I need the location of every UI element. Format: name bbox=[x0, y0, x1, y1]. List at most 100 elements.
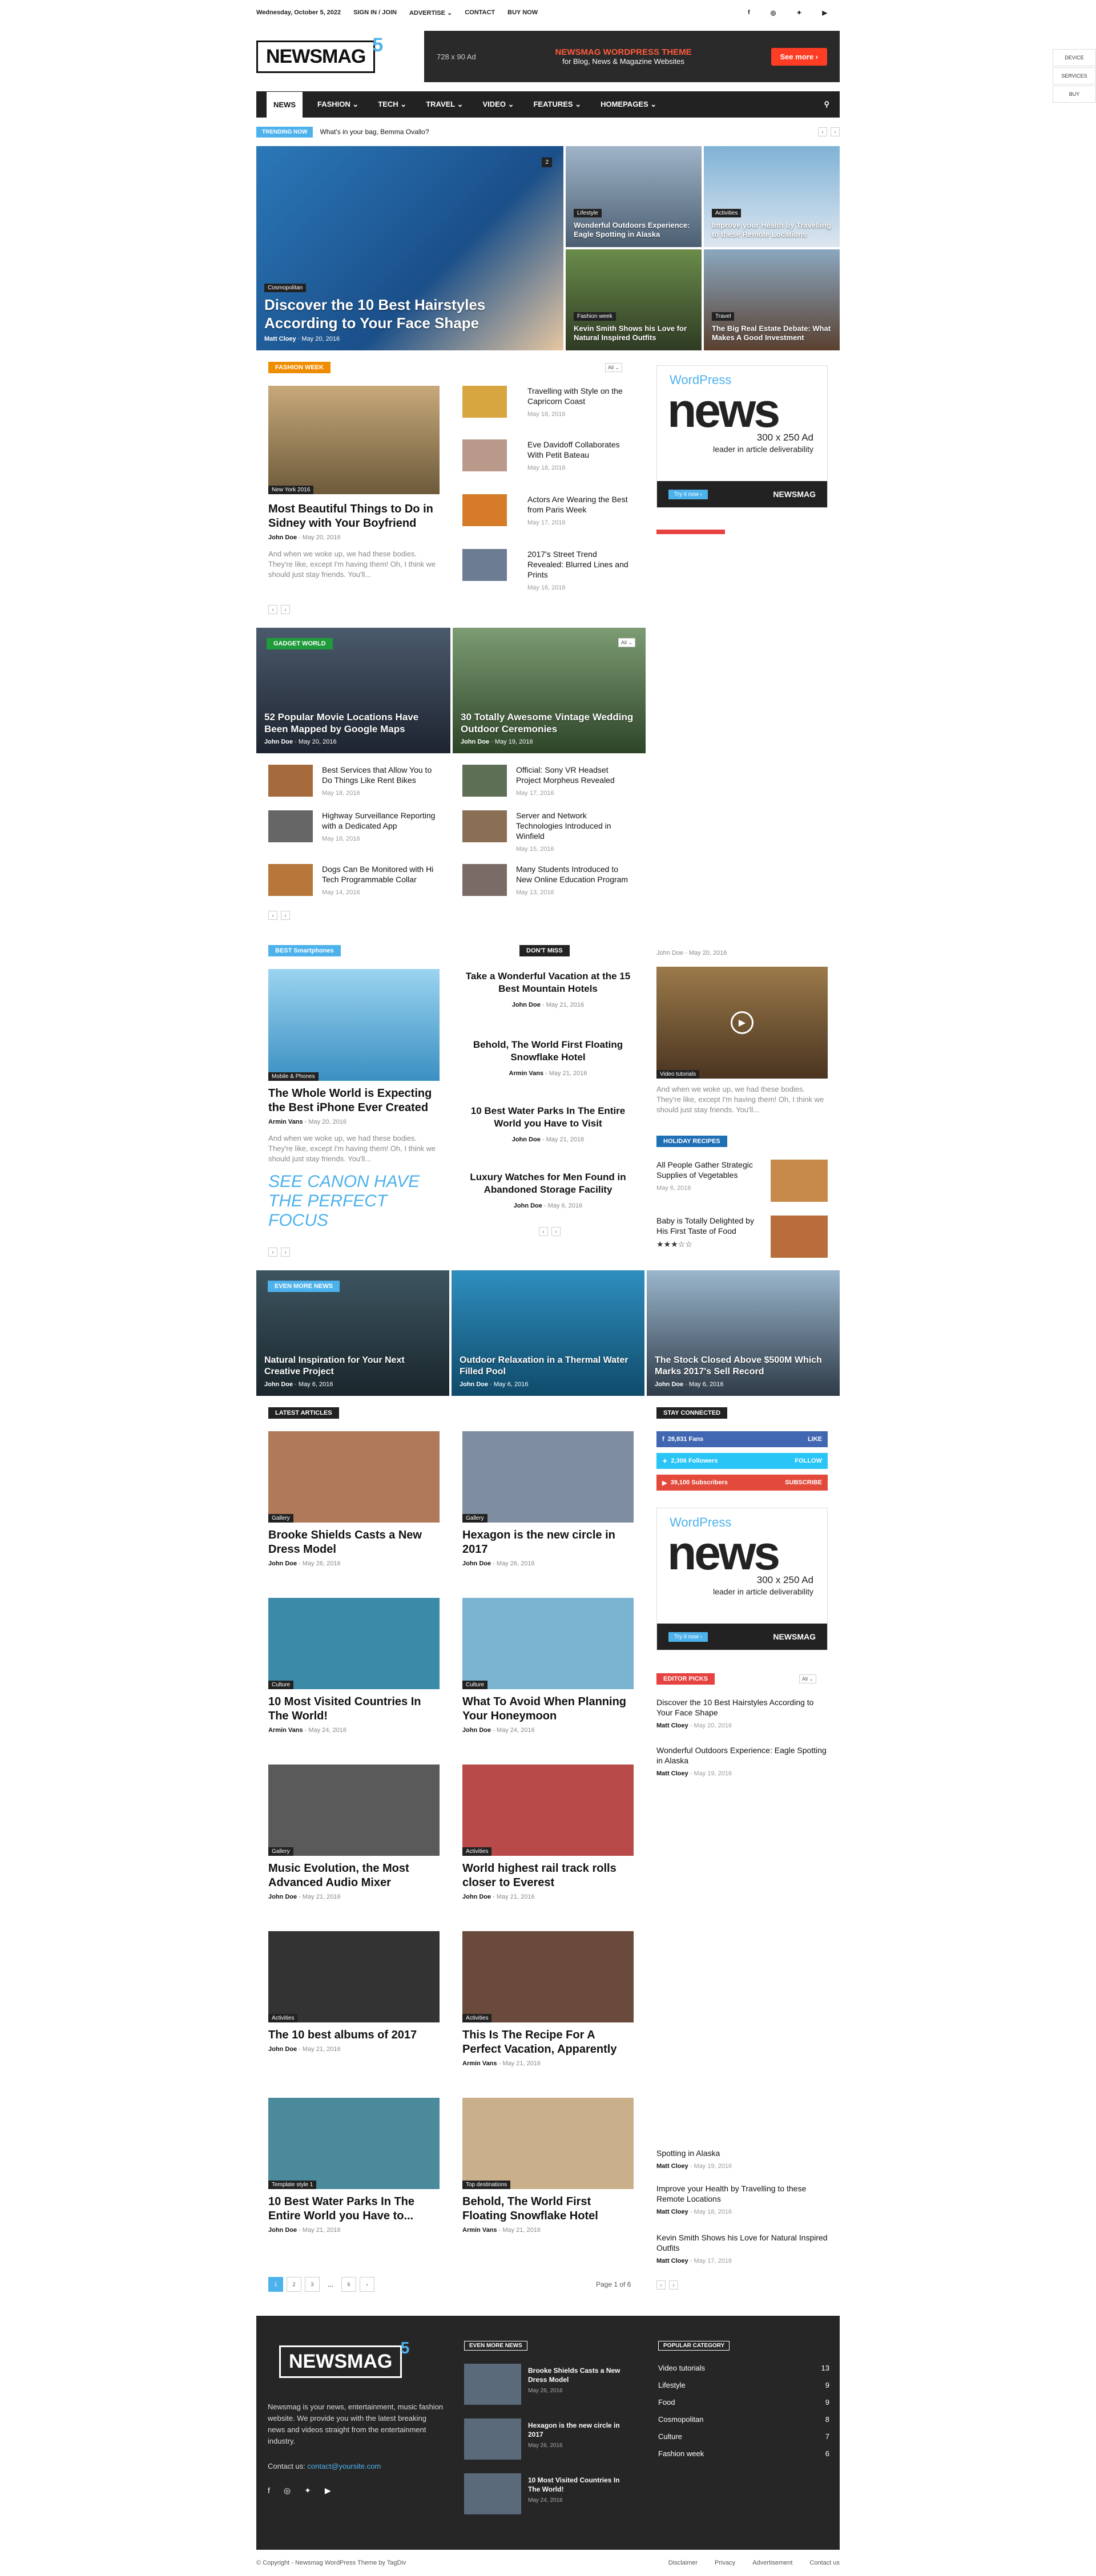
dontmiss-item[interactable]: Luxury Watches for Men Found in Abandone… bbox=[457, 1171, 639, 1212]
youtube-icon[interactable]: ▶ bbox=[823, 9, 827, 17]
recipe-thumb[interactable] bbox=[771, 1160, 828, 1202]
facebook-counter[interactable]: f 28,831 Fans LIKE bbox=[656, 1431, 828, 1447]
smart-image[interactable]: Mobile & Phones bbox=[268, 969, 440, 1081]
category-name[interactable]: Video tutorials bbox=[658, 2364, 705, 2372]
list-item[interactable]: Server and Network Technologies Introduc… bbox=[516, 810, 630, 854]
advertise-link[interactable]: ADVERTISE ⌄ bbox=[409, 9, 452, 17]
footer-category[interactable]: Lifestyle 9 bbox=[658, 2381, 829, 2389]
ad-try-button[interactable]: Try it now › bbox=[668, 489, 708, 499]
editor-item[interactable]: Spotting in Alaska Matt Cloey - May 19, 2… bbox=[656, 2148, 828, 2171]
recipe-item[interactable]: Baby is Totally Delighted by His First T… bbox=[656, 1216, 765, 1249]
hero-tile-2[interactable]: Activities Improve your Health by Travell… bbox=[704, 146, 840, 247]
page-6-button[interactable]: 6 bbox=[341, 2277, 356, 2292]
prev-icon[interactable]: ‹ bbox=[818, 127, 827, 136]
list-item[interactable]: Many Students Introduced to New Online E… bbox=[516, 864, 630, 898]
latest-article[interactable]: Activities The 10 best albums of 2017 John… bbox=[268, 1931, 440, 2053]
next-icon[interactable]: › bbox=[551, 1227, 561, 1236]
footer-news-item[interactable]: Hexagon is the new circle in 2017 May 26,… bbox=[464, 2418, 635, 2464]
latest-article[interactable]: Culture What To Avoid When Planning Your … bbox=[462, 1598, 634, 1734]
footer-category[interactable]: Culture 7 bbox=[658, 2432, 829, 2441]
site-logo[interactable]: NEWSMAG 5 bbox=[256, 34, 383, 73]
next-icon[interactable]: › bbox=[281, 1247, 290, 1257]
latest-article[interactable]: Gallery Hexagon is the new circle in 2017… bbox=[462, 1431, 634, 1567]
sidebar-ad-1[interactable]: WordPress news 300 x 250 Ad leader in arti… bbox=[656, 365, 828, 508]
latest-image[interactable]: Gallery bbox=[268, 1431, 440, 1523]
more-news-tile-1[interactable]: EVEN MORE NEWS Natural Inspiration for Y… bbox=[256, 1270, 449, 1396]
ad-see-more-button[interactable]: See more › bbox=[771, 47, 827, 66]
editor-all-dropdown[interactable]: All ⌄ bbox=[799, 1674, 816, 1683]
latest-title[interactable]: The 10 best albums of 2017 bbox=[268, 2028, 440, 2042]
recipe-item[interactable]: All People Gather Strategic Supplies of … bbox=[656, 1160, 765, 1193]
footer-logo[interactable]: NEWSMAG 5 bbox=[279, 2339, 409, 2378]
footer-category[interactable]: Fashion week 6 bbox=[658, 2449, 829, 2458]
latest-article[interactable]: Activities This Is The Recipe For A Perfe… bbox=[462, 1931, 634, 2067]
latest-image[interactable]: Top destinations bbox=[462, 2098, 634, 2189]
latest-title[interactable]: What To Avoid When Planning Your Honeymo… bbox=[462, 1695, 634, 1723]
more-news-tile-2[interactable]: Outdoor Relaxation in a Thermal Water Fi… bbox=[452, 1270, 644, 1396]
side-services-button[interactable]: SERVICES bbox=[1053, 67, 1096, 84]
youtube-icon[interactable]: ▶ bbox=[325, 2486, 331, 2496]
play-icon[interactable]: ▶ bbox=[731, 1011, 754, 1034]
hero-title[interactable]: Discover the 10 Best Hairstyles Accordin… bbox=[264, 296, 555, 332]
nav-homepages[interactable]: HOMEPAGES ⌄ bbox=[601, 100, 656, 109]
editor-item[interactable]: Improve your Health by Travelling to the… bbox=[656, 2183, 828, 2217]
list-thumb[interactable] bbox=[462, 494, 507, 526]
footer-thumb[interactable] bbox=[464, 2364, 521, 2405]
latest-title[interactable]: 10 Most Visited Countries In The World! bbox=[268, 1695, 440, 1723]
side-buy-button[interactable]: BUY bbox=[1053, 86, 1096, 103]
nav-news[interactable]: NEWS bbox=[267, 91, 303, 118]
category-name[interactable]: Lifestyle bbox=[658, 2381, 686, 2389]
prev-icon[interactable]: ‹ bbox=[268, 911, 277, 920]
list-thumb[interactable] bbox=[268, 864, 313, 896]
fashion-main-image[interactable]: New York 2016 bbox=[268, 386, 440, 494]
signin-link[interactable]: SIGN IN / JOIN bbox=[353, 9, 397, 16]
list-item[interactable]: Eve Davidoff Collaborates With Petit Bat… bbox=[527, 439, 630, 473]
prev-icon[interactable]: ‹ bbox=[268, 605, 277, 614]
editor-item[interactable]: Wonderful Outdoors Experience: Eagle Spo… bbox=[656, 1745, 828, 1779]
next-icon[interactable]: › bbox=[669, 2280, 678, 2290]
hero-main[interactable]: 2 Cosmopolitan Discover the 10 Best Hair… bbox=[256, 146, 563, 350]
editor-item[interactable]: Kevin Smith Shows his Love for Natural I… bbox=[656, 2232, 828, 2266]
facebook-icon[interactable]: f bbox=[748, 9, 750, 17]
list-item[interactable]: Highway Surveillance Reporting with a De… bbox=[322, 810, 436, 844]
latest-article[interactable]: Gallery Brooke Shields Casts a New Dress … bbox=[268, 1431, 440, 1567]
latest-title[interactable]: Brooke Shields Casts a New Dress Model bbox=[268, 1528, 440, 1557]
next-page-button[interactable]: › bbox=[360, 2277, 374, 2292]
category-name[interactable]: Culture bbox=[658, 2432, 682, 2441]
footer-news-item[interactable]: Brooke Shields Casts a New Dress Model Ma… bbox=[464, 2364, 635, 2409]
latest-article[interactable]: Top destinations Behold, The World First … bbox=[462, 2098, 634, 2234]
latest-title[interactable]: Behold, The World First Floating Snowfla… bbox=[462, 2195, 634, 2223]
nav-video[interactable]: VIDEO ⌄ bbox=[483, 100, 514, 109]
footer-news-title[interactable]: Hexagon is the new circle in 2017 bbox=[528, 2421, 631, 2439]
prev-icon[interactable]: ‹ bbox=[539, 1227, 548, 1236]
nav-travel[interactable]: TRAVEL ⌄ bbox=[426, 100, 463, 109]
dontmiss-item[interactable]: Behold, The World First Floating Snowfla… bbox=[457, 1039, 639, 1080]
gadget-all-dropdown[interactable]: All ⌄ bbox=[618, 638, 635, 647]
latest-article[interactable]: Activities World highest rail track rolls… bbox=[462, 1765, 634, 1900]
advertisement-link[interactable]: Advertisement bbox=[752, 2559, 792, 2566]
gadget-tile-1[interactable]: GADGET WORLD 52 Popular Movie Locations … bbox=[256, 628, 450, 753]
fashion-all-dropdown[interactable]: All ⌄ bbox=[605, 363, 622, 372]
video-thumbnail[interactable]: ▶ Video tutorials bbox=[656, 967, 828, 1079]
latest-article[interactable]: Culture 10 Most Visited Countries In The … bbox=[268, 1598, 440, 1734]
footer-news-title[interactable]: 10 Most Visited Countries In The World! bbox=[528, 2476, 631, 2494]
latest-article[interactable]: Gallery Music Evolution, the Most Advance… bbox=[268, 1765, 440, 1900]
page-3-button[interactable]: 3 bbox=[305, 2277, 320, 2292]
list-thumb[interactable] bbox=[462, 549, 507, 581]
category-name[interactable]: Fashion week bbox=[658, 2449, 704, 2458]
search-icon[interactable]: ⚲ bbox=[824, 100, 829, 109]
list-item[interactable]: Actors Are Wearing the Best from Paris W… bbox=[527, 494, 630, 528]
footer-thumb[interactable] bbox=[464, 2418, 521, 2460]
twitter-icon[interactable]: ✦ bbox=[304, 2486, 311, 2496]
footer-email-link[interactable]: contact@yoursite.com bbox=[307, 2462, 381, 2470]
latest-title[interactable]: World highest rail track rolls closer to… bbox=[462, 1862, 634, 1890]
nav-tech[interactable]: TECH ⌄ bbox=[378, 100, 406, 109]
trending-text[interactable]: What's in your bag, Bemma Ovallo? bbox=[320, 128, 429, 136]
sidebar-ad-2[interactable]: WordPress news 300 x 250 Ad leader in arti… bbox=[656, 1508, 828, 1650]
latest-image[interactable]: Activities bbox=[462, 1931, 634, 2022]
facebook-icon[interactable]: f bbox=[268, 2486, 270, 2496]
latest-title[interactable]: This Is The Recipe For A Perfect Vacatio… bbox=[462, 2028, 634, 2057]
next-icon[interactable]: › bbox=[281, 605, 290, 614]
prev-icon[interactable]: ‹ bbox=[656, 2280, 666, 2290]
list-item[interactable]: Best Services that Allow You to Do Thing… bbox=[322, 765, 436, 798]
